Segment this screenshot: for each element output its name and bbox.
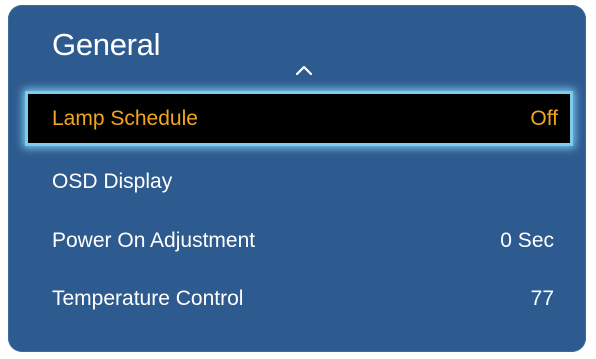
menu-title: General — [52, 27, 161, 62]
menu-item-label: Temperature Control — [52, 287, 244, 310]
general-menu-panel: General Lamp Schedule Off OSD Display Po… — [8, 5, 586, 352]
menu-item-value: 0 Sec — [500, 229, 554, 252]
menu-item-value: 77 — [530, 287, 554, 310]
menu-item-osd-display[interactable]: OSD Display — [28, 156, 564, 208]
menu-item-lamp-schedule[interactable]: Lamp Schedule Off — [25, 91, 573, 146]
menu-item-label: Lamp Schedule — [52, 106, 198, 130]
menu-item-power-on-adjustment[interactable]: Power On Adjustment 0 Sec — [28, 215, 564, 267]
menu-item-label: Power On Adjustment — [52, 229, 256, 252]
chevron-up-icon[interactable] — [294, 63, 314, 77]
menu-item-temperature-control[interactable]: Temperature Control 77 — [28, 273, 564, 325]
menu-item-label: OSD Display — [52, 170, 173, 193]
menu-item-value: Off — [530, 106, 558, 130]
